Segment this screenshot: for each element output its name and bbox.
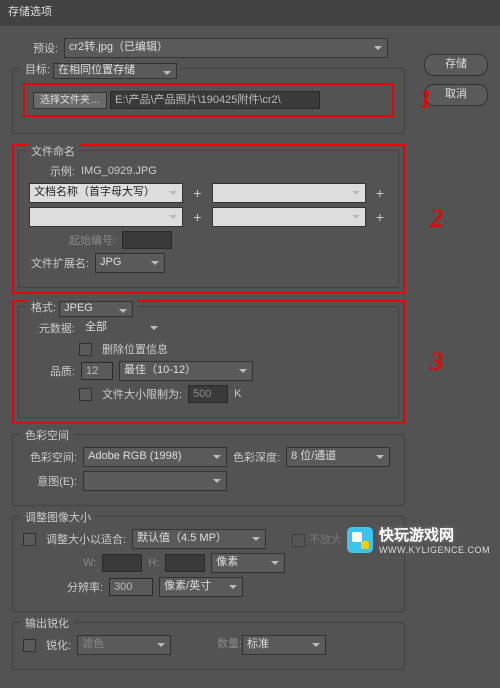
depth-label: 色彩深度: (233, 449, 280, 465)
save-button[interactable]: 存储 (424, 54, 488, 76)
name-part2-select[interactable] (212, 183, 366, 203)
colorspace-label: 色彩空间: (23, 449, 77, 465)
destination-select[interactable]: 在相同位置存储 (53, 63, 177, 79)
callout-3: 3 (430, 347, 443, 377)
width-label: W: (83, 557, 96, 569)
metadata-label: 元数据: (29, 320, 75, 336)
width-input (102, 554, 142, 572)
window-title: 存储选项 (0, 0, 500, 26)
resize-title: 调整图像大小 (21, 509, 95, 525)
resize-checkbox[interactable] (23, 533, 36, 546)
resolution-input[interactable]: 300 (109, 578, 153, 596)
example-label: 示例: (29, 163, 75, 179)
plus-icon: + (372, 185, 388, 201)
format-select[interactable]: JPEG (59, 301, 133, 317)
depth-select[interactable]: 8 位/通道 (286, 447, 390, 467)
intent-select[interactable] (83, 471, 227, 491)
intent-label: 意图(E): (23, 473, 77, 489)
preset-label: 预设: (12, 40, 58, 56)
watermark: 快玩游戏网 WWW.KYLIGENCE.COM (347, 524, 490, 555)
format-label: 格式: JPEG (27, 299, 137, 317)
ext-label: 文件扩展名: (29, 255, 89, 271)
startnum-input[interactable] (122, 231, 172, 249)
size-unit-select[interactable]: 像素 (211, 553, 285, 573)
height-label: H: (148, 557, 159, 569)
callout-2: 2 (430, 204, 443, 234)
cancel-button[interactable]: 取消 (424, 84, 488, 106)
resolution-label: 分辨率: (67, 579, 103, 595)
preset-select[interactable]: cr2转.jpg（已编辑） (64, 38, 388, 58)
metadata-select[interactable]: 全部 (81, 319, 163, 337)
highlight-2: 2 文件命名 示例:IMG_0929.JPG 文档名称（首字母大写） + + +… (12, 144, 405, 294)
filesize-limit-checkbox[interactable] (79, 388, 92, 401)
callout-1: 1 (419, 85, 432, 115)
watermark-text: 快玩游戏网 (379, 524, 490, 545)
amount-select[interactable]: 标准 (242, 635, 326, 655)
resolution-unit-select[interactable]: 像素/英寸 (159, 577, 243, 597)
example-value: IMG_0929.JPG (81, 165, 157, 177)
filesize-unit: K (234, 388, 241, 400)
highlight-1: 1 选择文件夹… E:\产品\产品照片\190425附件\cr2\ (23, 83, 394, 117)
quality-label: 品质: (29, 363, 75, 379)
sharpen-select[interactable]: 滤色 (77, 635, 171, 655)
browse-button[interactable]: 选择文件夹… (33, 92, 107, 109)
filesize-limit-input[interactable]: 500 (188, 385, 228, 403)
no-enlarge-checkbox (292, 534, 305, 547)
sharpen-checkbox[interactable] (23, 639, 36, 652)
watermark-icon (347, 527, 373, 553)
amount-label: 数量: (217, 638, 242, 650)
sharpen-label: 锐化: (46, 637, 71, 653)
no-enlarge-label: 不放大 (309, 534, 342, 546)
colorspace-title: 色彩空间 (21, 427, 73, 443)
watermark-url: WWW.KYLIGENCE.COM (379, 545, 490, 555)
plus-icon: + (189, 185, 205, 201)
filenaming-title: 文件命名 (27, 143, 79, 159)
resize-fit-label: 调整大小以适合: (46, 531, 126, 547)
colorspace-select[interactable]: Adobe RGB (1998) (83, 447, 227, 467)
path-field[interactable]: E:\产品\产品照片\190425附件\cr2\ (110, 91, 320, 109)
resize-fit-select[interactable]: 默认值（4.5 MP） (132, 529, 266, 549)
plus-icon: + (372, 209, 388, 225)
ext-select[interactable]: JPG (95, 253, 165, 273)
height-input (165, 554, 205, 572)
delete-location-label: 删除位置信息 (102, 341, 168, 357)
sharpen-title: 输出锐化 (21, 615, 73, 631)
delete-location-checkbox[interactable] (79, 343, 92, 356)
filesize-limit-label: 文件大小限制为: (102, 386, 182, 402)
name-scheme-select[interactable]: 文档名称（首字母大写） (29, 183, 183, 203)
highlight-3: 3 格式: JPEG 元数据:全部 删除位置信息 品质:12最佳（10-12） … (12, 300, 405, 424)
plus-icon: + (189, 209, 205, 225)
startnum-label: 起始编号: (69, 232, 116, 248)
name-part3-select[interactable] (29, 207, 183, 227)
quality-input[interactable]: 12 (81, 362, 113, 380)
name-part4-select[interactable] (212, 207, 366, 227)
quality-range-select[interactable]: 最佳（10-12） (119, 361, 253, 381)
destination-label: 目标: 在相同位置存储 (21, 61, 181, 79)
